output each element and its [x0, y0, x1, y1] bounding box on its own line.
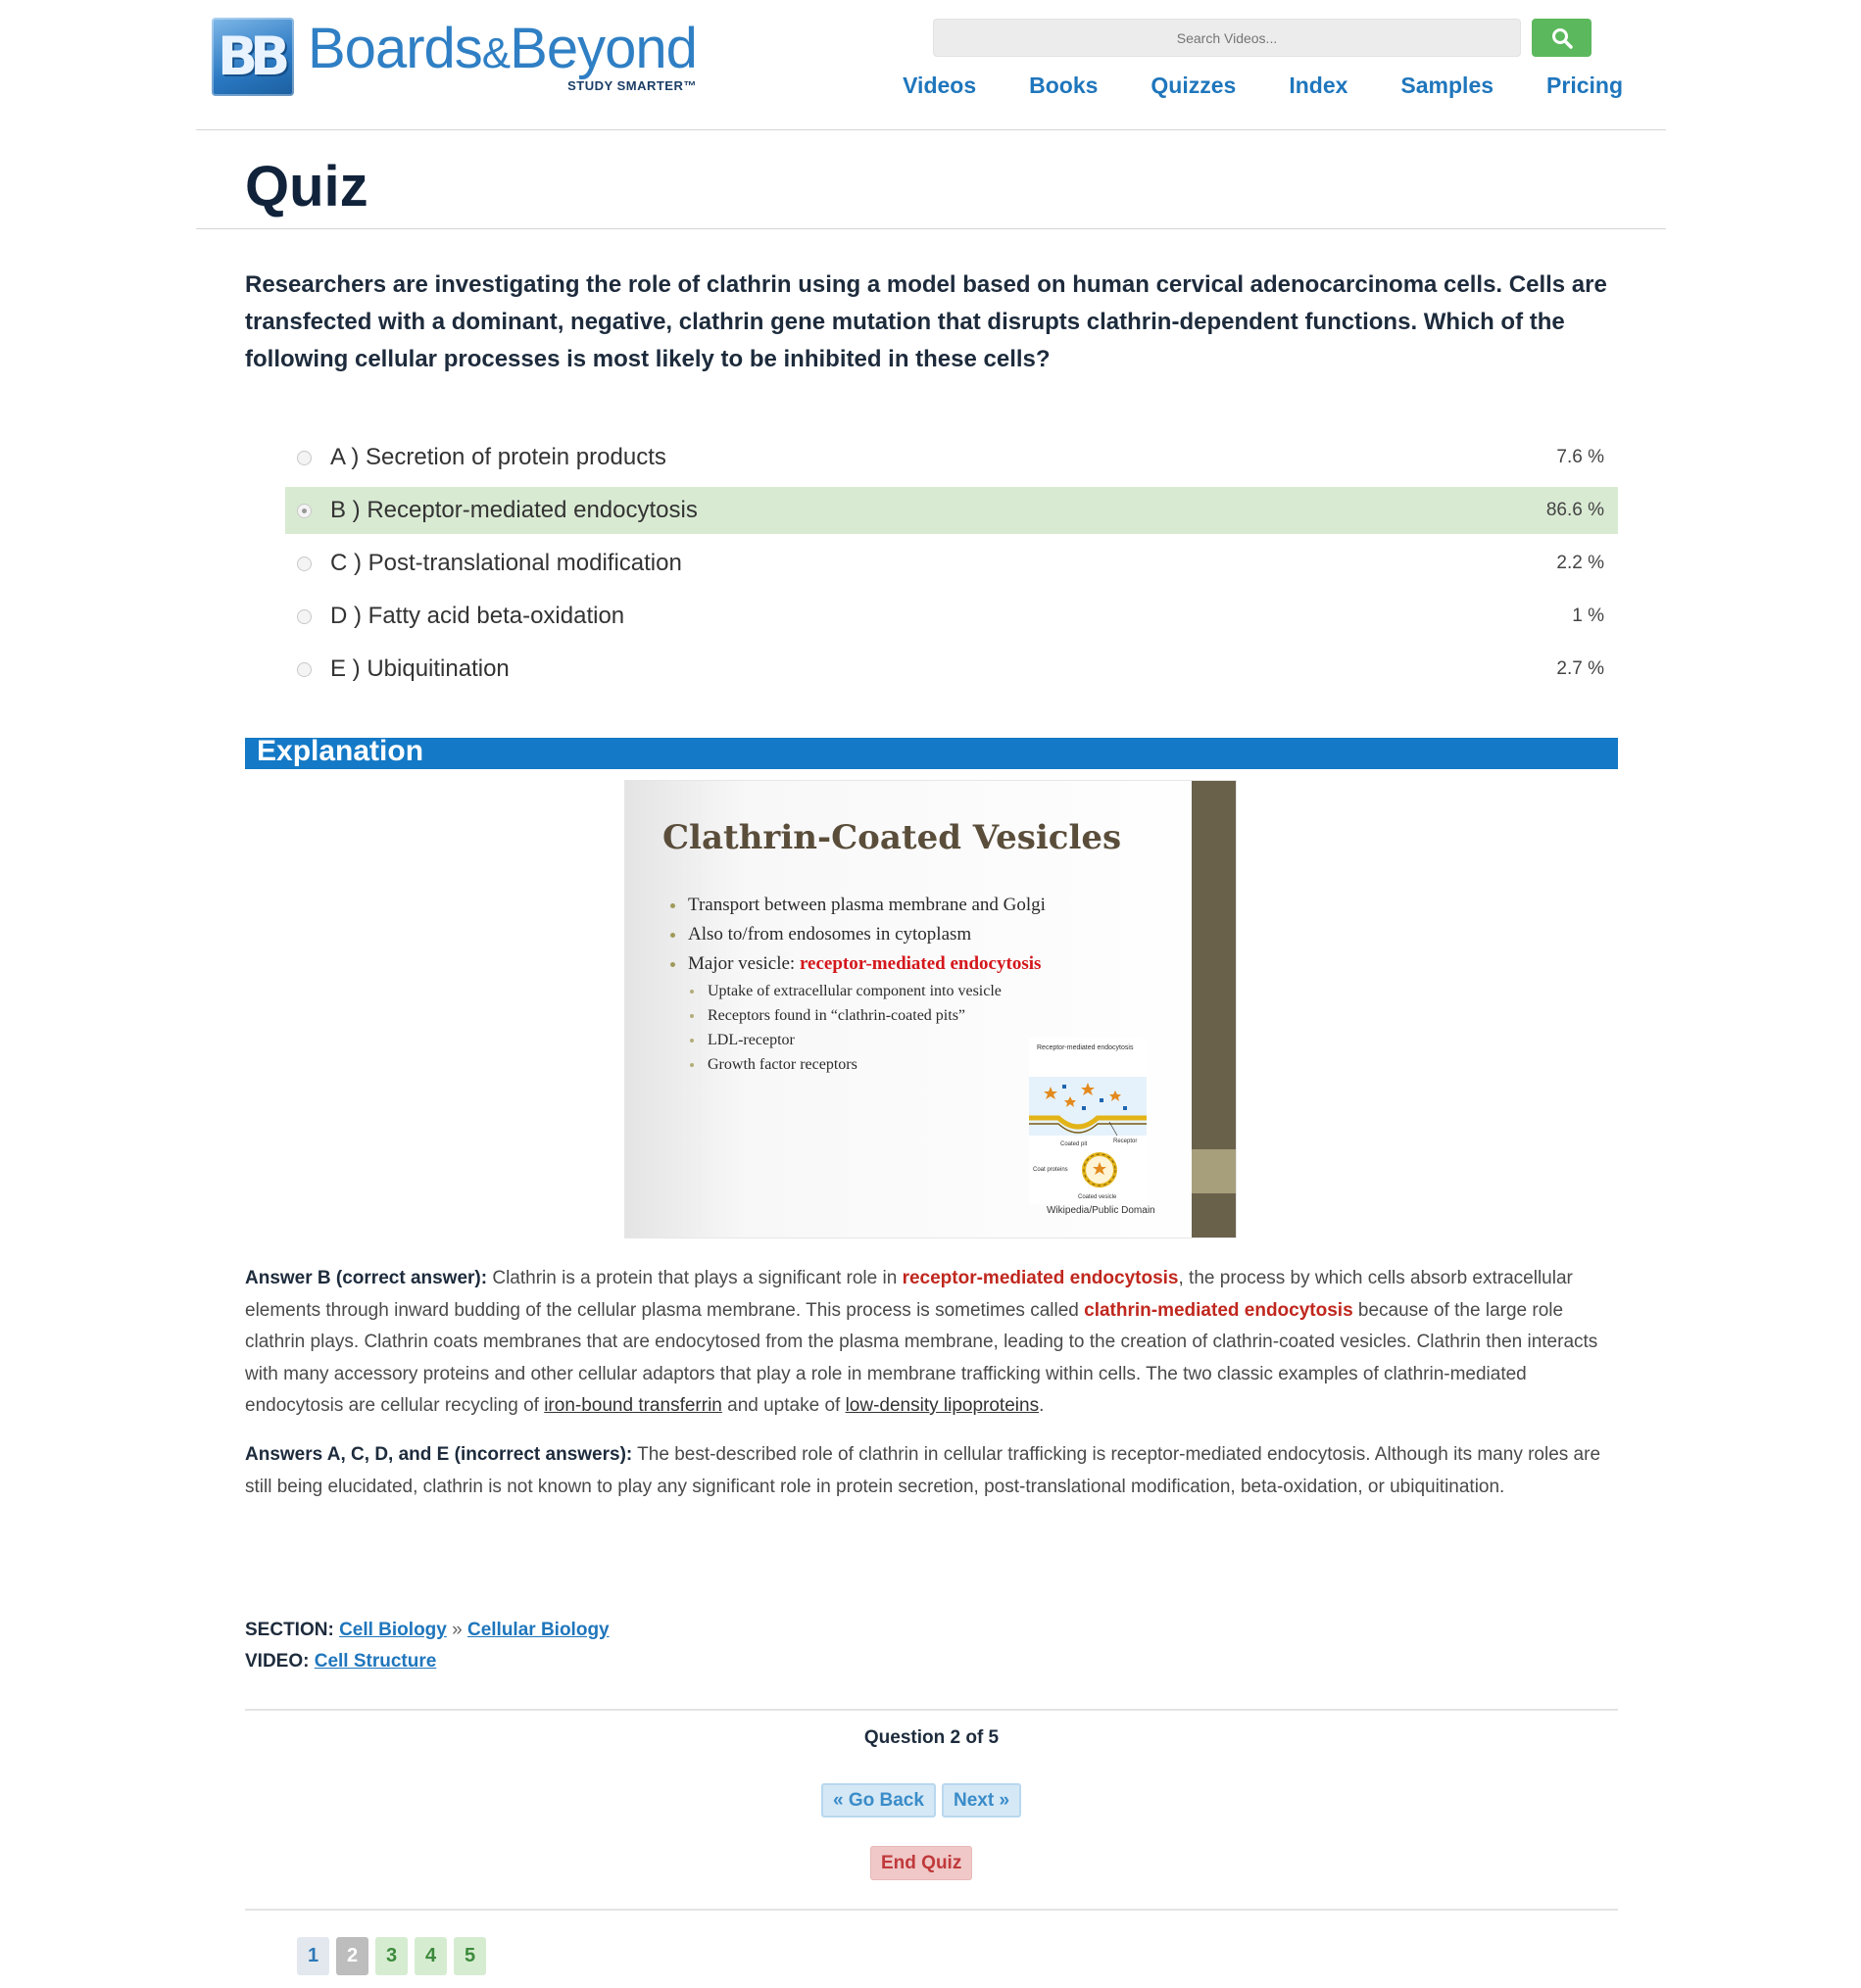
slide-bullet: Major vesicle: receptor-mediated endocyt…: [670, 949, 1046, 979]
option-label: B ) Receptor-mediated endocytosis: [330, 497, 698, 523]
option-label: A ) Secretion of protein products: [330, 444, 666, 470]
endocytosis-diagram: Receptor-mediated endocytosis Coated pit: [1029, 1038, 1147, 1204]
end-quiz-button[interactable]: End Quiz: [870, 1846, 973, 1880]
explanation-header: Explanation: [245, 735, 1618, 769]
question-pagination: 1 2 3 4 5: [297, 1937, 493, 1975]
option-percentage: 1 %: [1572, 606, 1604, 626]
slide-highlight: receptor-mediated endocytosis: [799, 953, 1042, 974]
divider: [245, 1909, 1618, 1911]
search-button[interactable]: [1532, 19, 1592, 57]
option-percentage: 86.6 %: [1545, 500, 1604, 520]
answer-options: A ) Secretion of protein products 7.6 % …: [285, 434, 1618, 699]
radio-button[interactable]: [297, 450, 312, 465]
search-input[interactable]: [934, 20, 1520, 56]
brand-tagline: STUDY SMARTER™: [567, 78, 697, 93]
bb-logo-icon: BB: [212, 18, 294, 96]
slide-side-bar: [1192, 781, 1236, 1237]
divider: [245, 1709, 1618, 1711]
incorrect-answers-lead: Answers A, C, D, and E (incorrect answer…: [245, 1444, 633, 1465]
main-nav: Videos Books Quizzes Index Samples Prici…: [850, 73, 1623, 99]
question-counter: Question 2 of 5: [863, 1727, 1000, 1748]
page-button-4[interactable]: 4: [415, 1937, 447, 1975]
brand-logo[interactable]: BB Boards&Beyond STUDY SMARTER™: [212, 17, 698, 96]
brand-name: Boards&Beyond: [308, 17, 698, 80]
nav-pricing[interactable]: Pricing: [1546, 73, 1623, 99]
slide-bullets: Transport between plasma membrane and Go…: [670, 891, 1046, 1077]
incorrect-answers-explanation: Answers A, C, D, and E (incorrect answer…: [245, 1444, 1601, 1497]
answer-option-d[interactable]: D ) Fatty acid beta-oxidation 1 %: [285, 593, 1618, 640]
glossary-link-transferrin[interactable]: iron-bound transferrin: [544, 1395, 722, 1416]
section-line: SECTION: Cell Biology » Cellular Biology: [245, 1620, 610, 1640]
image-credit: Wikipedia/Public Domain: [1047, 1205, 1155, 1216]
diagram-label-coat: Coat proteins: [1033, 1167, 1068, 1173]
explanation-slide-image: Clathrin-Coated Vesicles Transport betwe…: [624, 780, 1237, 1238]
radio-button[interactable]: [297, 556, 312, 571]
page: BB Boards&Beyond STUDY SMARTER™ Videos B…: [0, 0, 1861, 1988]
search-field-container: [933, 19, 1521, 57]
nav-videos[interactable]: Videos: [903, 73, 976, 99]
answer-option-e[interactable]: E ) Ubiquitination 2.7 %: [285, 646, 1618, 693]
diagram-label-pit: Coated pit: [1060, 1141, 1088, 1147]
diagram-label-receptor: Receptor: [1113, 1139, 1137, 1144]
slide-subbullet: LDL-receptor: [670, 1028, 1046, 1052]
nav-index[interactable]: Index: [1289, 73, 1347, 99]
page-button-3[interactable]: 3: [375, 1937, 408, 1975]
correct-answer-explanation: Answer B (correct answer): Clathrin is a…: [245, 1268, 1598, 1416]
slide-subbullet: Uptake of extracellular component into v…: [670, 979, 1046, 1003]
next-button[interactable]: Next »: [942, 1783, 1022, 1818]
video-line: VIDEO: Cell Structure: [245, 1651, 437, 1672]
question-stem: Researchers are investigating the role o…: [245, 271, 1607, 372]
nav-samples[interactable]: Samples: [1400, 73, 1494, 99]
radio-button[interactable]: [297, 608, 312, 624]
diagram-title: Receptor-mediated endocytosis: [1037, 1044, 1134, 1051]
explanation-heading: Explanation: [257, 735, 424, 767]
option-percentage: 7.6 %: [1556, 447, 1604, 467]
slide-title: Clathrin-Coated Vesicles: [662, 818, 1122, 857]
page-title: Quiz: [245, 155, 368, 218]
highlight-term: clathrin-mediated endocytosis: [1084, 1299, 1353, 1321]
highlight-term: receptor-mediated endocytosis: [902, 1268, 1179, 1288]
go-back-button[interactable]: « Go Back: [821, 1783, 936, 1818]
option-percentage: 2.7 %: [1556, 658, 1604, 679]
slide-bullet: Also to/from endosomes in cytoplasm: [670, 920, 1046, 949]
radio-button-selected[interactable]: [297, 503, 312, 518]
site-header: BB Boards&Beyond STUDY SMARTER™ Videos B…: [196, 0, 1666, 130]
video-link-cell-structure[interactable]: Cell Structure: [315, 1651, 437, 1672]
page-button-2-current[interactable]: 2: [336, 1937, 368, 1975]
page-button-5[interactable]: 5: [454, 1937, 486, 1975]
diagram-label-vesicle: Coated vesicle: [1078, 1194, 1117, 1200]
option-label: C ) Post-translational modification: [330, 550, 682, 576]
slide-subbullet: Receptors found in “clathrin-coated pits…: [670, 1003, 1046, 1028]
section-link-cell-biology[interactable]: Cell Biology: [339, 1620, 447, 1640]
correct-answer-lead: Answer B (correct answer):: [245, 1268, 488, 1288]
option-label: D ) Fatty acid beta-oxidation: [330, 603, 625, 629]
option-percentage: 2.2 %: [1556, 553, 1604, 573]
nav-books[interactable]: Books: [1029, 73, 1098, 99]
nav-quizzes[interactable]: Quizzes: [1151, 73, 1236, 99]
slide-subbullet: Growth factor receptors: [670, 1052, 1046, 1077]
answer-option-c[interactable]: C ) Post-translational modification 2.2 …: [285, 540, 1618, 587]
page-button-1[interactable]: 1: [297, 1937, 329, 1975]
answer-option-a[interactable]: A ) Secretion of protein products 7.6 %: [285, 434, 1618, 481]
slide-bullet: Transport between plasma membrane and Go…: [670, 891, 1046, 920]
option-label: E ) Ubiquitination: [330, 655, 510, 682]
section-link-cellular-biology[interactable]: Cellular Biology: [467, 1620, 610, 1640]
search-icon: [1551, 27, 1573, 49]
glossary-link-ldl[interactable]: low-density lipoproteins: [846, 1395, 1040, 1416]
title-bar: Quiz: [196, 130, 1666, 229]
radio-button[interactable]: [297, 661, 312, 677]
answer-option-b[interactable]: B ) Receptor-mediated endocytosis 86.6 %: [285, 487, 1618, 534]
